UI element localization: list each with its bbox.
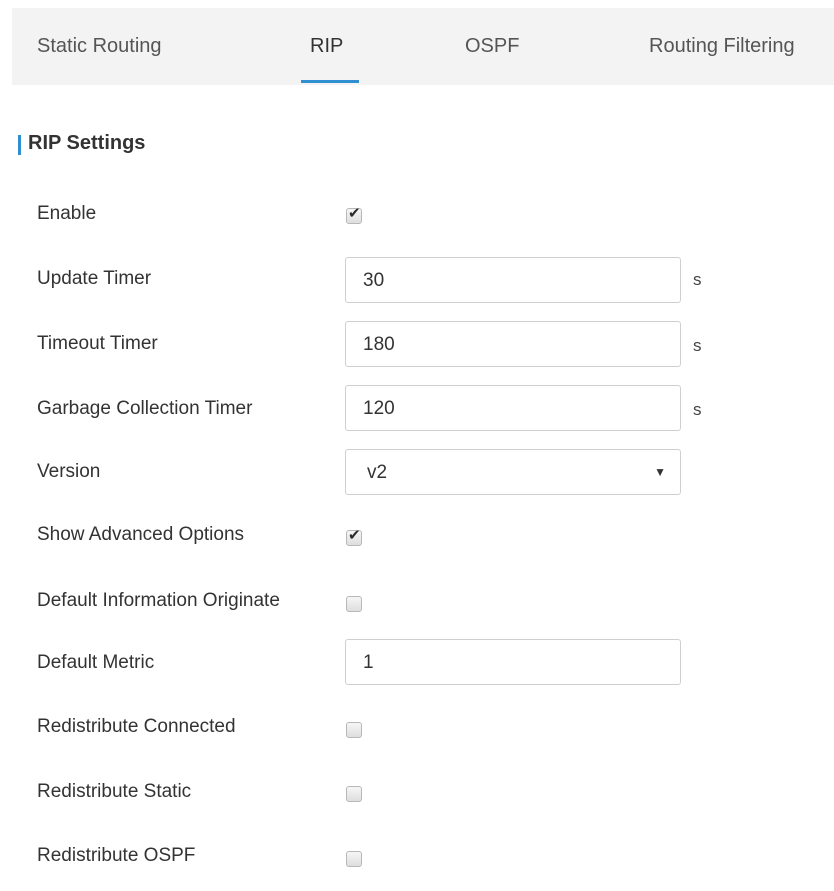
redistribute-static-checkbox[interactable]: ✔ <box>346 786 362 802</box>
tab-routing-filtering[interactable]: Routing Filtering <box>649 35 795 58</box>
tab-rip[interactable]: RIP <box>310 35 343 58</box>
timeout-timer-label: Timeout Timer <box>37 333 158 354</box>
enable-checkbox[interactable]: ✔ <box>346 205 362 224</box>
timeout-timer-input[interactable]: 180 <box>345 321 681 367</box>
show-advanced-options-label: Show Advanced Options <box>37 524 245 545</box>
section-title: RIP Settings <box>28 132 146 154</box>
checkmark-icon: ✔ <box>348 527 361 544</box>
version-select[interactable]: v2 ▼ <box>345 449 681 495</box>
default-metric-input[interactable]: 1 <box>345 639 681 685</box>
redistribute-ospf-label: Redistribute OSPF <box>37 845 196 866</box>
enable-label: Enable <box>37 203 97 224</box>
tab-ospf[interactable]: OSPF <box>465 35 519 58</box>
version-label: Version <box>37 461 101 482</box>
default-information-originate-label: Default Information Originate <box>37 590 280 611</box>
show-advanced-options-checkbox[interactable]: ✔ <box>346 527 362 546</box>
timeout-timer-unit: s <box>693 336 702 355</box>
update-timer-input[interactable]: 30 <box>345 257 681 303</box>
redistribute-connected-checkbox[interactable]: ✔ <box>346 722 362 738</box>
tab-bar: Static Routing RIP OSPF Routing Filterin… <box>12 8 834 85</box>
tab-static-routing[interactable]: Static Routing <box>37 35 162 58</box>
garbage-collection-timer-unit: s <box>693 400 702 419</box>
garbage-collection-timer-input[interactable]: 120 <box>345 385 681 431</box>
update-timer-unit: s <box>693 270 702 289</box>
redistribute-static-label: Redistribute Static <box>37 781 192 802</box>
section-marker <box>18 135 21 155</box>
version-select-value: v2 <box>367 462 388 483</box>
garbage-collection-timer-label: Garbage Collection Timer <box>37 398 253 419</box>
default-information-originate-checkbox[interactable]: ✔ <box>346 596 362 612</box>
active-tab-indicator <box>301 80 359 83</box>
redistribute-ospf-checkbox[interactable]: ✔ <box>346 851 362 867</box>
chevron-down-icon: ▼ <box>654 465 666 479</box>
default-metric-label: Default Metric <box>37 652 155 673</box>
update-timer-label: Update Timer <box>37 268 152 289</box>
redistribute-connected-label: Redistribute Connected <box>37 716 236 737</box>
checkmark-icon: ✔ <box>348 205 361 222</box>
